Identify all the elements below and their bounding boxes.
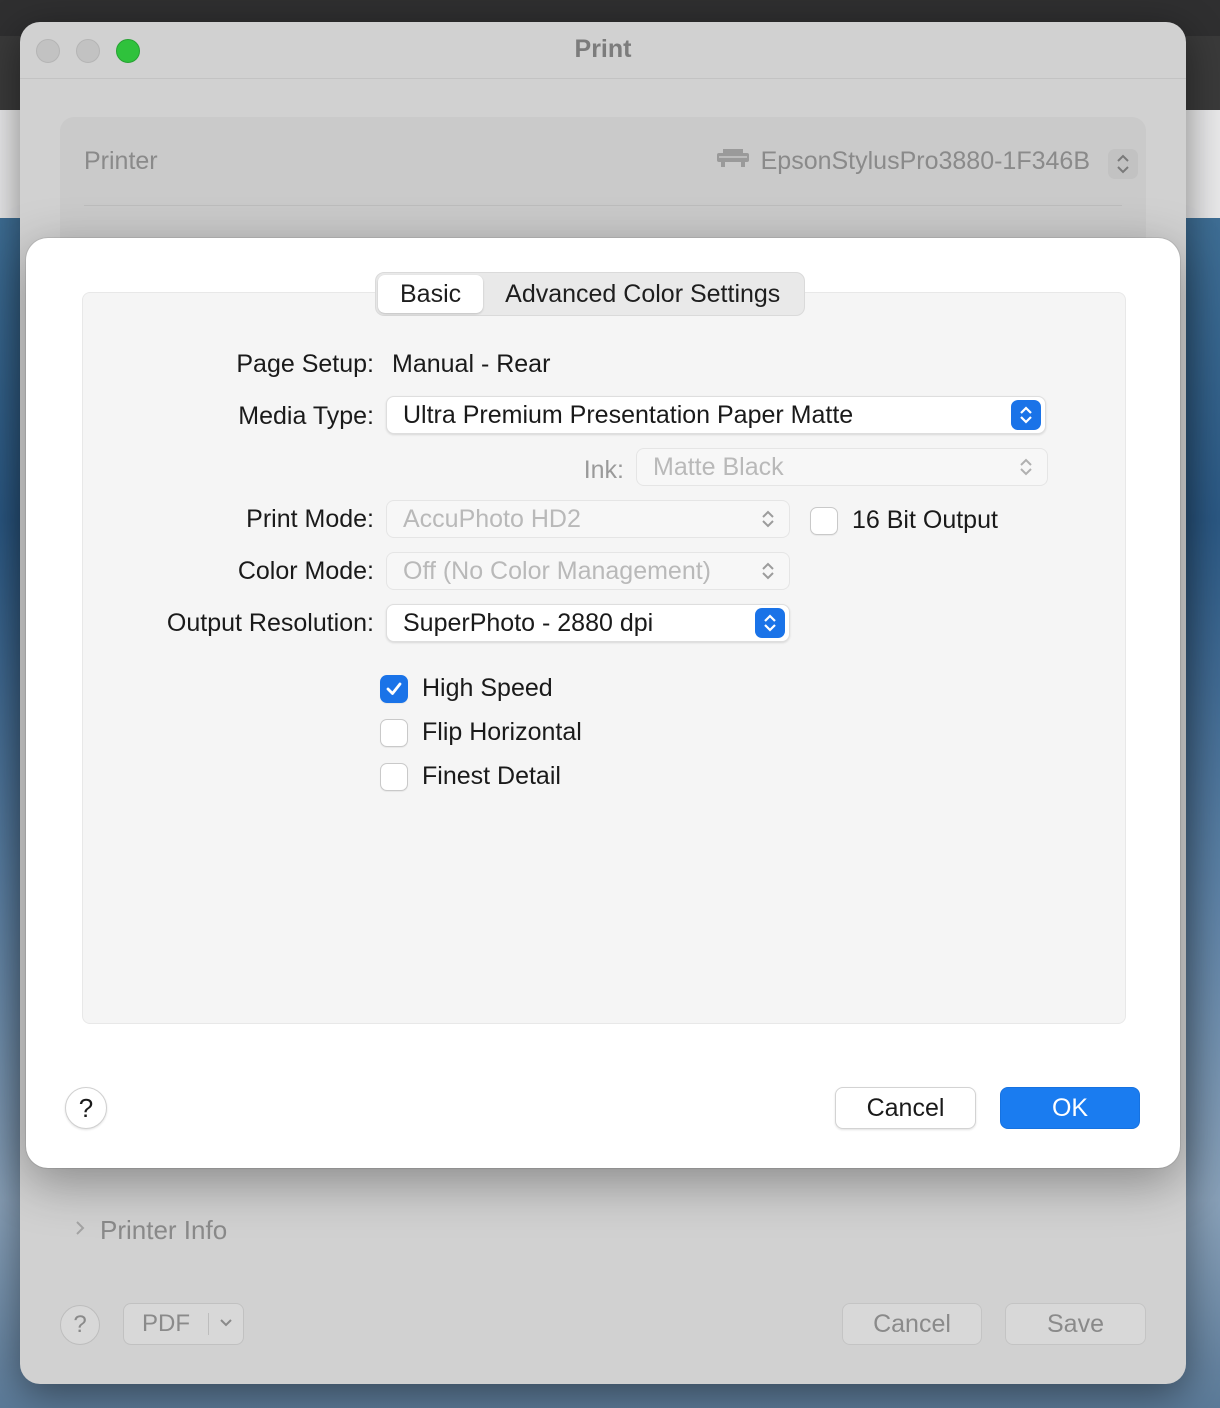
print-mode-value: AccuPhoto HD2 [403,505,581,533]
print-mode-select[interactable]: AccuPhoto HD2 [386,500,790,538]
printer-select[interactable]: EpsonStylusPro3880-1F346B [715,147,1090,176]
flip-horizontal-option[interactable]: Flip Horizontal [380,718,582,747]
title-bar: Print [20,22,1186,79]
stepper-icon [1011,400,1041,430]
print-help-button[interactable]: ? [60,1305,100,1345]
tab-basic[interactable]: Basic [378,275,484,313]
finest-detail-checkbox[interactable] [380,762,408,791]
high-speed-label: High Speed [422,674,553,702]
ink-select[interactable]: Matte Black [636,448,1048,486]
printer-divider [84,205,1122,206]
media-type-value: Ultra Premium Presentation Paper Matte [403,401,854,429]
pdf-menu-button[interactable]: PDF [123,1303,244,1345]
window-title: Print [574,35,632,63]
chevron-right-icon [74,1219,86,1242]
page-setup-label: Page Setup: [236,350,374,378]
ok-button[interactable]: OK [1000,1087,1140,1129]
printer-info-disclosure[interactable]: Printer Info [74,1215,227,1246]
ink-label: Ink: [583,456,624,484]
media-type-label: Media Type: [238,402,374,430]
high-speed-option[interactable]: High Speed [380,674,553,703]
finest-detail-option[interactable]: Finest Detail [380,762,561,791]
finest-detail-label: Finest Detail [422,762,561,790]
pdf-label: PDF [142,1310,190,1337]
stepper-icon [753,556,783,586]
sixteen-bit-output-label: 16 Bit Output [852,506,998,534]
media-type-select[interactable]: Ultra Premium Presentation Paper Matte [386,396,1046,434]
printer-name: EpsonStylusPro3880-1F346B [760,147,1090,175]
print-cancel-button[interactable]: Cancel [842,1303,982,1345]
sixteen-bit-output-option[interactable]: 16 Bit Output [810,506,998,535]
cancel-button[interactable]: Cancel [835,1087,976,1129]
flip-horizontal-checkbox[interactable] [380,718,408,747]
stepper-icon [753,504,783,534]
flip-horizontal-label: Flip Horizontal [422,718,582,746]
color-mode-select[interactable]: Off (No Color Management) [386,552,790,590]
page-setup-value: Manual - Rear [392,350,551,378]
checkmark-icon [386,682,402,695]
printer-info-label: Printer Info [100,1215,228,1245]
output-resolution-label: Output Resolution: [166,609,374,637]
color-mode-value: Off (No Color Management) [403,557,711,585]
stepper-icon [1011,452,1041,482]
sixteen-bit-output-checkbox[interactable] [810,506,838,535]
print-mode-label: Print Mode: [246,505,374,533]
color-mode-label: Color Mode: [237,557,374,585]
high-speed-checkbox[interactable] [380,674,408,703]
printer-options-sheet: Basic Advanced Color Settings Page Setup… [26,238,1180,1168]
output-resolution-select[interactable]: SuperPhoto - 2880 dpi [386,604,790,642]
tab-advanced-color-settings[interactable]: Advanced Color Settings [483,275,802,313]
printer-icon [715,147,751,176]
stepper-icon [755,608,785,638]
printer-stepper-icon[interactable] [1108,149,1138,179]
ink-value: Matte Black [653,453,784,481]
print-save-button[interactable]: Save [1005,1303,1146,1345]
printer-label: Printer [84,147,158,175]
tab-control: Basic Advanced Color Settings [375,272,806,316]
chevron-down-icon [209,1315,243,1333]
output-resolution-value: SuperPhoto - 2880 dpi [403,609,654,637]
help-button[interactable]: ? [65,1087,107,1129]
